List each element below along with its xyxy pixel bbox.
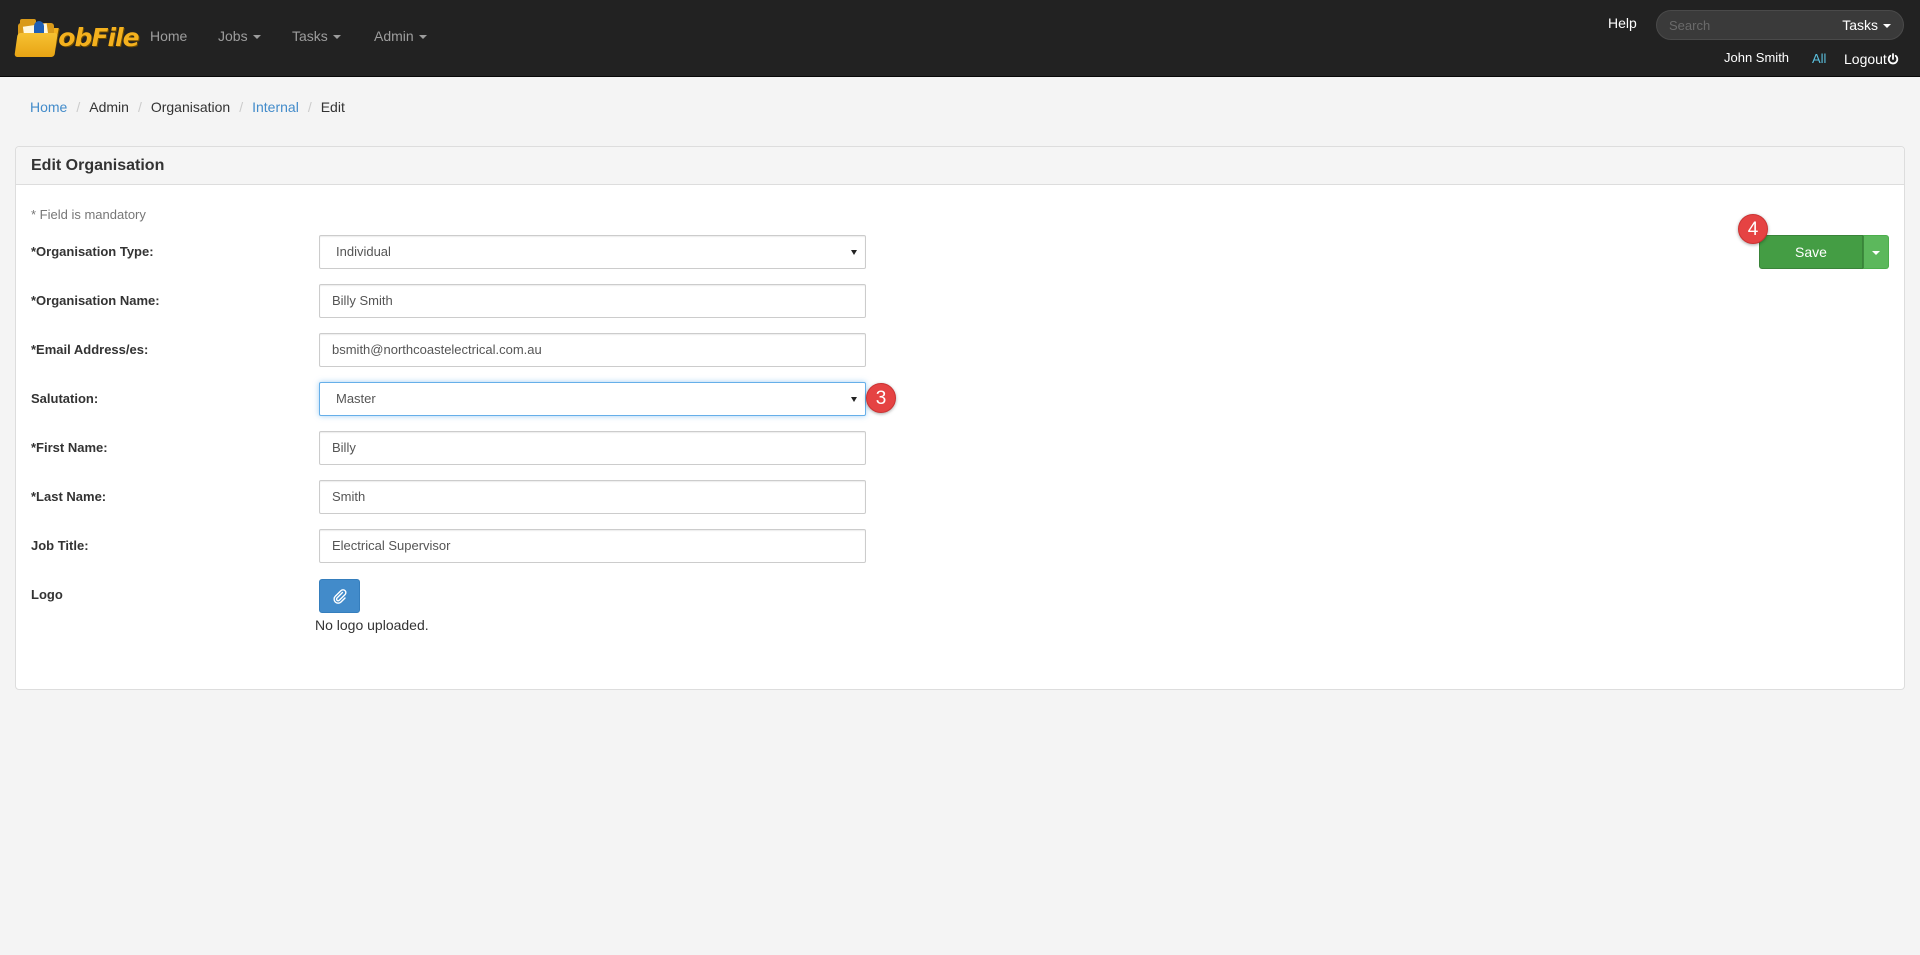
top-navbar: JobFile Home Jobs Tasks Admin Help Tasks…: [0, 0, 1920, 77]
salutation-select[interactable]: Master: [319, 382, 866, 416]
power-icon: [1887, 53, 1898, 65]
step-badge-4: 4: [1738, 214, 1768, 244]
salutation-label: Salutation:: [31, 391, 99, 406]
breadcrumb-organisation: Organisation: [150, 99, 231, 115]
save-dropdown-toggle[interactable]: [1863, 235, 1889, 269]
breadcrumb: Home / Admin / Organisation / Internal / Edit: [30, 99, 345, 115]
breadcrumb-home[interactable]: Home: [30, 99, 67, 115]
brand-name: JobFile: [50, 22, 140, 52]
job-title-label: Job Title:: [31, 538, 89, 553]
email-input[interactable]: bsmith@northcoastelectrical.com.au: [319, 333, 866, 367]
select-arrow-icon: [851, 250, 857, 255]
select-arrow-icon: [851, 397, 857, 402]
step-badge-3: 3: [866, 383, 896, 413]
no-logo-note: No logo uploaded.: [315, 617, 429, 633]
all-link[interactable]: All: [1812, 51, 1826, 66]
organisation-name-label: *Organisation Name:: [31, 293, 160, 308]
save-button[interactable]: Save: [1759, 235, 1863, 269]
first-name-label: *First Name:: [31, 440, 108, 455]
nav-jobs[interactable]: Jobs: [218, 28, 261, 44]
paperclip-icon: [332, 589, 347, 604]
save-button-group: Save: [1759, 235, 1889, 269]
brand-logo[interactable]: JobFile: [14, 8, 140, 66]
help-link[interactable]: Help: [1608, 15, 1637, 31]
nav-tasks[interactable]: Tasks: [292, 28, 341, 44]
search-group: Tasks: [1656, 10, 1904, 40]
search-scope-dropdown[interactable]: Tasks: [1842, 17, 1891, 33]
caret-down-icon: [1883, 24, 1891, 29]
breadcrumb-internal[interactable]: Internal: [252, 99, 299, 115]
logo-label: Logo: [31, 587, 63, 602]
mandatory-note: * Field is mandatory: [31, 207, 146, 222]
last-name-input[interactable]: Smith: [319, 480, 866, 514]
caret-down-icon: [252, 35, 261, 40]
logout-link[interactable]: Logout: [1844, 51, 1899, 67]
organisation-type-select[interactable]: Individual: [319, 235, 866, 269]
upload-logo-button[interactable]: [319, 579, 360, 613]
last-name-label: *Last Name:: [31, 489, 107, 504]
caret-down-icon: [418, 35, 427, 40]
organisation-type-label: *Organisation Type:: [31, 244, 154, 259]
search-input[interactable]: [1657, 11, 1827, 39]
organisation-name-input[interactable]: Billy Smith: [319, 284, 866, 318]
nav-admin[interactable]: Admin: [374, 28, 427, 44]
caret-down-icon: [332, 35, 341, 40]
breadcrumb-edit: Edit: [320, 99, 345, 115]
job-title-input[interactable]: Electrical Supervisor: [319, 529, 866, 563]
email-label: *Email Address/es:: [31, 342, 149, 357]
caret-down-icon: [1872, 251, 1880, 255]
folder-icon: [14, 15, 58, 59]
breadcrumb-admin: Admin: [89, 99, 129, 115]
edit-organisation-panel: Edit Organisation * Field is mandatory *…: [15, 146, 1905, 690]
nav-home[interactable]: Home: [150, 28, 187, 44]
panel-title: Edit Organisation: [16, 147, 1904, 185]
first-name-input[interactable]: Billy: [319, 431, 866, 465]
user-name[interactable]: John Smith: [1724, 50, 1789, 65]
